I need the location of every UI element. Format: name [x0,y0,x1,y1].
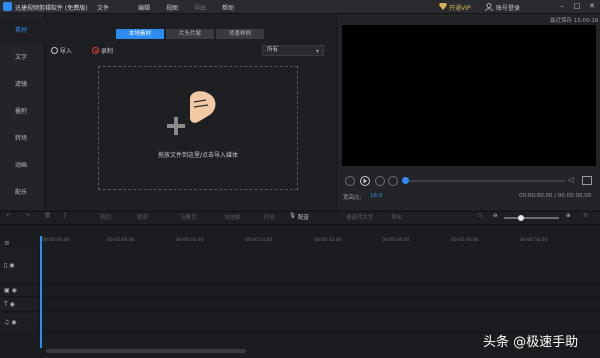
watermark: 头条 @极速手助 [483,335,579,350]
undo-icon[interactable]: ↶ [6,213,11,219]
ruler-tick: 00:00:00.00 [42,238,70,243]
filter-select[interactable]: 所有 ▾ [262,45,324,56]
voiceover-button[interactable]: 配音 [298,213,309,221]
chevron-down-icon: ▾ [315,48,319,55]
save-status: 最近保存 15:00:16 [550,18,599,24]
progress-track[interactable] [405,180,565,182]
media-dropzone[interactable] [98,66,298,190]
playhead[interactable] [40,236,42,348]
split-icon[interactable]: ⫿ [64,213,66,220]
track-text[interactable]: T ◉ [0,298,600,312]
sidebar-item-text[interactable]: 文字 [0,45,45,71]
import-label: 导入 [59,48,72,55]
progress-handle[interactable] [402,177,409,184]
sidebar-item-animation[interactable]: 动画 [0,153,45,179]
speech-to-text-button[interactable]: 语音转文字 [346,213,374,221]
step-forward-icon[interactable] [388,176,398,186]
track-video[interactable]: ▯ ◉ [0,248,600,284]
menu-view[interactable]: 视图 [166,3,178,12]
text-track-icon: T ◉ [4,301,15,308]
record-label: 录制 [100,48,113,55]
ruler-tick: 00:00:40.00 [382,238,410,243]
hand-cursor-icon [190,91,216,123]
menu-export[interactable]: 导出 [194,3,206,12]
duration-button[interactable]: 时长 [264,213,275,221]
redo-icon[interactable]: ↷ [25,213,30,219]
tab-background-sample[interactable]: 背景样例 [216,29,264,39]
diamond-icon [439,3,447,10]
music-track-icon: ♫ ◉ [4,319,17,326]
preview-screen[interactable] [342,25,596,166]
ruler-tick: 00:00:48.00 [451,238,479,243]
menu-edit[interactable]: 编辑 [138,3,150,12]
cut-button[interactable]: 剪切 [100,213,111,221]
picture-track-icon: ▣ ◉ [4,287,17,294]
maximize-icon[interactable]: □ [571,1,583,12]
time-display: 00:00:00.00 / 00:00:00.00 [519,193,592,199]
export-button[interactable]: 导出 [391,213,402,221]
record-button[interactable]: 录制 [92,46,113,55]
sidebar-item-overlay[interactable]: 叠附 [0,99,45,125]
vip-button[interactable]: 开通VIP [449,3,471,12]
step-back-icon[interactable] [345,176,355,186]
tab-intro-outro[interactable]: 片头片尾 [166,29,214,39]
timeline-settings-icon[interactable]: ⚙ [583,213,588,219]
zoom-slider-handle[interactable] [517,215,524,221]
zoom-out-icon[interactable]: ⊖ [493,213,498,219]
import-button[interactable]: 导入 [51,46,72,55]
menu-help[interactable]: 帮助 [222,3,234,12]
sidebar-item-transition[interactable]: 转场 [0,126,45,152]
delete-icon[interactable]: 🗑 [44,213,51,219]
ruler-tick: 00:00:56.00 [520,238,548,243]
zoom-slider-track[interactable] [504,217,559,219]
user-icon [485,3,493,11]
sidebar-item-material[interactable]: 素材 [0,18,45,44]
zoom-fit-icon[interactable]: ⊡ [478,213,483,219]
mosaic-button[interactable]: 马赛克 [180,213,197,221]
volume-icon[interactable]: ◁ [568,176,578,185]
tab-local-material[interactable]: 本地素材 [116,29,164,39]
login-button[interactable]: 账号登录 [496,3,520,12]
fullscreen-icon[interactable] [582,176,592,185]
track-audio[interactable]: ♫ ◉ [0,313,600,333]
add-media-icon-bar [167,124,185,128]
filter-value: 所有 [267,47,279,53]
app-title: 迅捷视频剪辑软件 (免费版) [15,5,88,12]
menu-file[interactable]: 文件 [97,3,109,12]
app-logo-icon [3,2,12,11]
video-track-icon: ▯ ◉ [4,262,15,269]
play-triangle-icon [363,178,367,184]
minimize-icon[interactable]: – [556,1,568,12]
freeze-frame-button[interactable]: 冻结帧 [224,213,241,221]
stop-icon[interactable] [375,176,385,186]
import-icon [51,47,58,54]
dropzone-hint: 拖放文件到这里/点击导入媒体 [157,152,239,159]
ruler-tick: 00:00:08.00 [107,238,135,243]
track-picture[interactable]: ▣ ◉ [0,285,600,297]
timeline-scrollbar[interactable] [46,349,246,353]
track-menu-icon[interactable]: ≡ [4,239,14,247]
crop-button[interactable]: 裁剪 [137,213,148,221]
ruler-tick: 00:00:24.00 [245,238,273,243]
record-icon [92,47,99,54]
close-icon[interactable]: ✕ [586,1,598,12]
microphone-icon: 🎙 [289,213,296,219]
ruler-tick: 00:00:32.00 [314,238,342,243]
sidebar-item-music[interactable]: 配乐 [0,180,45,206]
aspect-label: 宽高比: [343,195,362,201]
aspect-select[interactable]: 16:9 [370,193,382,199]
sidebar-item-filter[interactable]: 滤镜 [0,72,45,98]
ruler-tick: 00:00:16.00 [176,238,204,243]
zoom-in-icon[interactable]: ⊕ [566,213,571,219]
